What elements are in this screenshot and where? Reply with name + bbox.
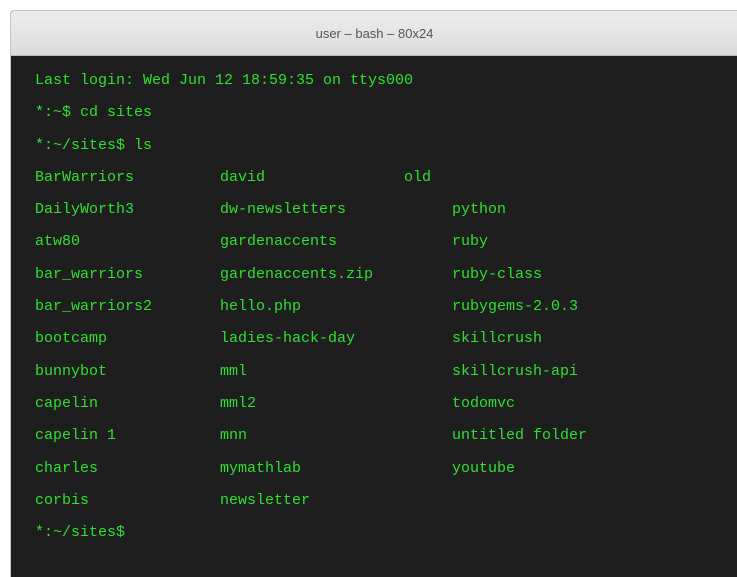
ls-row: capelin mml2 todomvc: [11, 393, 737, 425]
ls-row: bunnybot mml skillcrush-api: [11, 361, 737, 393]
ls-entry: DailyWorth3: [35, 201, 135, 219]
ls-entry: mml2: [220, 394, 257, 412]
ls-entry: dw-newsletters: [220, 201, 347, 219]
ls-row: corbis newsletter: [11, 490, 737, 522]
ls-entry: youtube: [452, 459, 516, 477]
ls-entry: gardenaccents.zip: [220, 265, 374, 283]
login-line: Last login: Wed Jun 12 18:59:35 on ttys0…: [11, 70, 737, 102]
ls-entry: mymathlab: [220, 459, 302, 477]
window-title: user – bash – 80x24: [315, 25, 434, 41]
ls-entry: hello.php: [220, 298, 302, 316]
ls-entry: mnn: [220, 427, 248, 445]
login-text: Last login: Wed Jun 12 18:59:35 on ttys0…: [35, 72, 414, 89]
ls-row: atw80 gardenaccents ruby: [11, 231, 737, 263]
ls-entry: bootcamp: [35, 330, 108, 348]
ls-row: BarWarriors david old: [11, 167, 737, 199]
ls-entry: untitled folder: [452, 427, 588, 445]
ls-entry: charles: [35, 459, 99, 477]
ls-entry: bar_warriors: [35, 265, 144, 283]
ls-row: charles mymathlab youtube: [11, 458, 737, 490]
ls-entry: corbis: [35, 491, 90, 509]
ls-entry: newsletter: [220, 491, 311, 509]
ls-entry: gardenaccents: [220, 233, 338, 251]
ls-entry: rubygems-2.0.3: [452, 298, 579, 316]
command-text: *:~/sites$ ls: [35, 136, 153, 154]
ls-entry: skillcrush-api: [452, 362, 579, 380]
command-line: *:~/sites$ ls: [11, 135, 737, 167]
ls-row: bar_warriors2 hello.php rubygems-2.0.3: [11, 296, 737, 328]
ls-row: DailyWorth3 dw-newsletters python: [11, 199, 737, 231]
ls-entry: ladies-hack-day: [220, 330, 356, 348]
ls-entry: skillcrush: [452, 330, 543, 348]
command-line: *:~$ cd sites: [11, 102, 737, 134]
terminal-output[interactable]: Last login: Wed Jun 12 18:59:35 on ttys0…: [11, 56, 737, 577]
ls-entry: bar_warriors2: [35, 298, 153, 316]
shell-prompt: *:~/sites$: [35, 524, 126, 542]
prompt-line[interactable]: *:~/sites$: [11, 522, 737, 554]
ls-entry: atw80: [35, 233, 81, 251]
ls-entry: bunnybot: [35, 362, 108, 380]
ls-entry: ruby: [452, 233, 489, 251]
ls-entry: BarWarriors: [35, 168, 135, 186]
ls-entry: todomvc: [452, 394, 516, 412]
ls-row: bar_warriors gardenaccents.zip ruby-clas…: [11, 264, 737, 296]
ls-entry: ruby-class: [452, 265, 543, 283]
window-titlebar[interactable]: user – bash – 80x24: [11, 11, 737, 56]
ls-entry: david: [220, 168, 266, 186]
ls-entry: capelin 1: [35, 427, 117, 445]
terminal-window[interactable]: user – bash – 80x24 Last login: Wed Jun …: [10, 10, 737, 577]
command-text: *:~$ cd sites: [35, 104, 153, 122]
ls-entry: python: [452, 201, 507, 219]
ls-entry: capelin: [35, 394, 99, 412]
ls-row: capelin 1 mnn untitled folder: [11, 425, 737, 457]
ls-entry: mml: [220, 362, 248, 380]
ls-entry: old: [404, 168, 432, 186]
ls-row: bootcamp ladies-hack-day skillcrush: [11, 328, 737, 360]
